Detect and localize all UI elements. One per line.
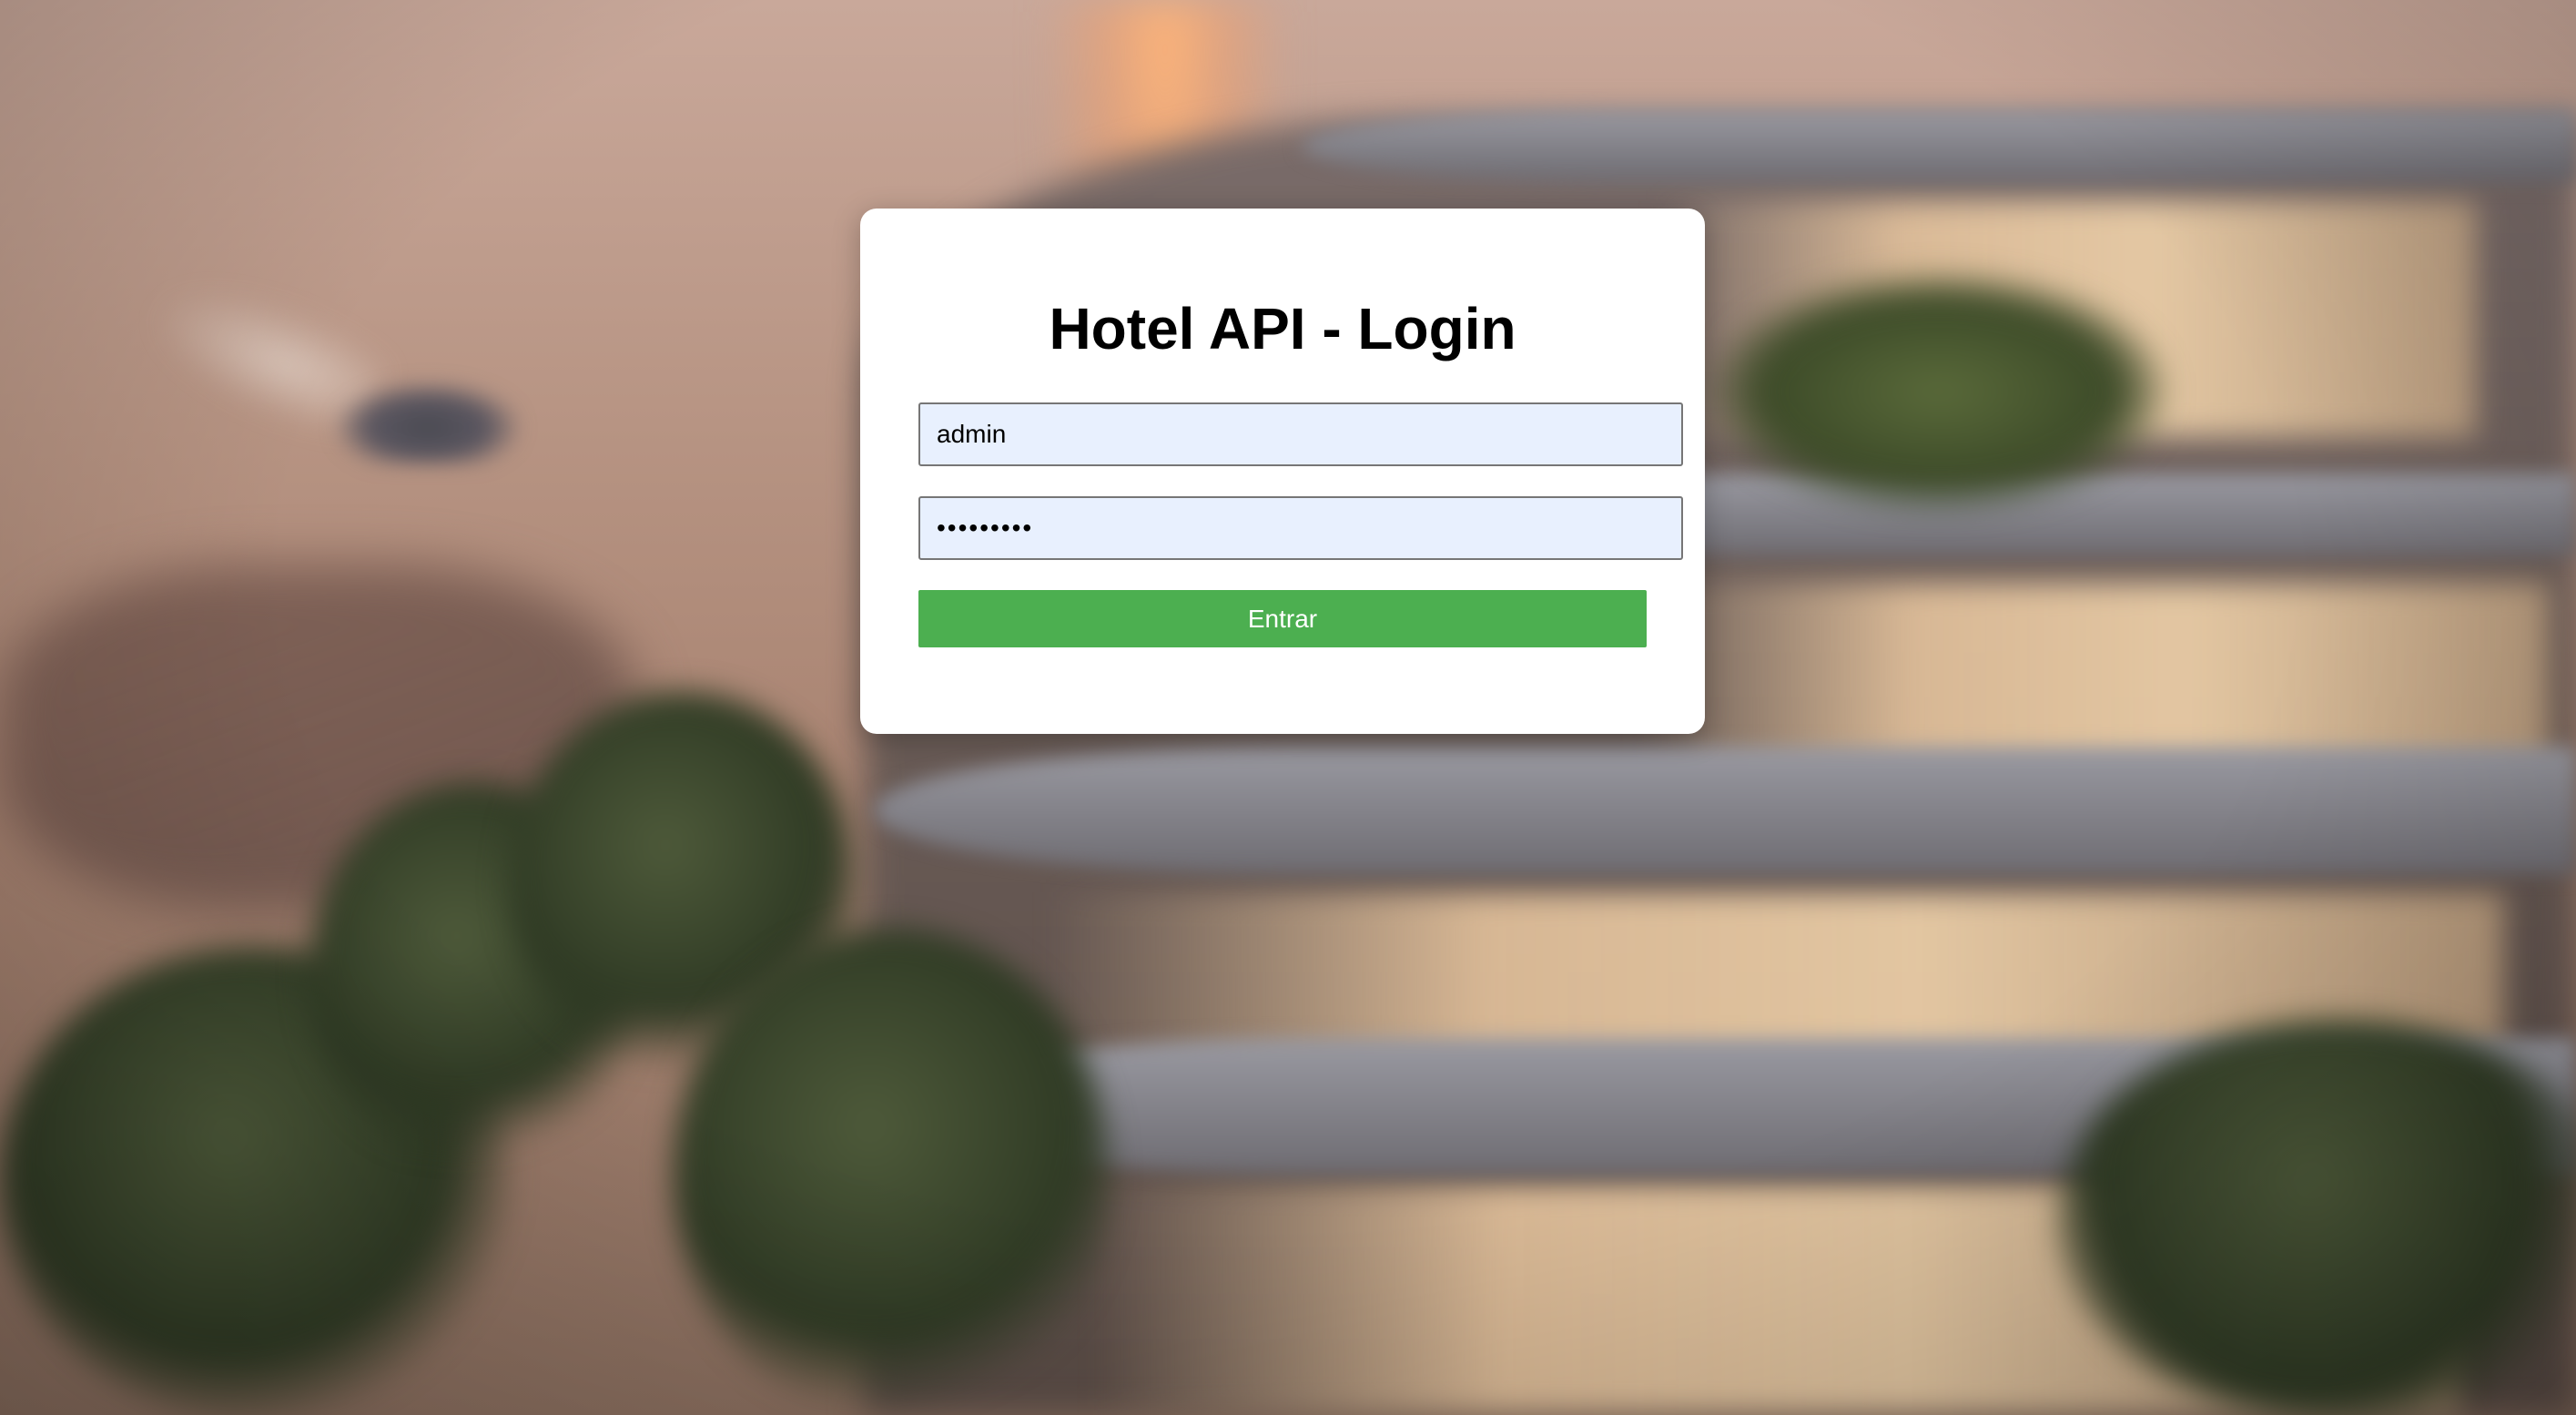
login-title: Hotel API - Login [1049,296,1516,361]
username-input[interactable] [918,402,1683,466]
login-card: Hotel API - Login Entrar [860,209,1705,734]
password-input[interactable] [918,496,1683,560]
login-submit-button[interactable]: Entrar [918,590,1647,647]
